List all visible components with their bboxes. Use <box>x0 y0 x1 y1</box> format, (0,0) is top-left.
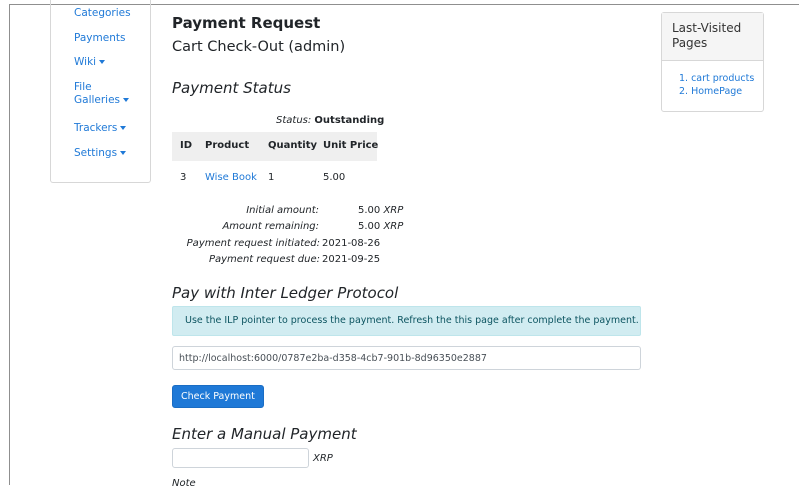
caret-down-icon <box>120 151 127 155</box>
column-header-quantity: Quantity <box>268 140 317 151</box>
sidebar-item-settings-label: Settings <box>74 147 118 159</box>
status-label: Status: <box>276 115 312 126</box>
caret-down-icon <box>99 60 106 64</box>
summary-label: Payment request initiated: <box>186 238 320 249</box>
sidebar-item-categories[interactable]: Categories <box>74 7 131 20</box>
last-visited-item-homepage[interactable]: 2. HomePage <box>679 85 754 98</box>
summary-label: Amount remaining: <box>222 221 319 232</box>
sidebar-item-payments[interactable]: Payments <box>74 32 125 45</box>
page-subtitle: Cart Check-Out (admin) <box>172 39 346 55</box>
payment-status-heading: Payment Status <box>172 79 291 97</box>
ilp-heading: Pay with Inter Ledger Protocol <box>172 284 399 302</box>
sidebar-item-settings[interactable]: Settings <box>74 147 127 160</box>
check-payment-button[interactable]: Check Payment <box>172 385 264 408</box>
column-header-unit-price: Unit Price <box>323 140 379 151</box>
sidebar-item-trackers-label: Trackers <box>74 122 118 134</box>
last-visited-title: Last-Visited Pages <box>662 13 763 61</box>
sidebar-menu: Categories Payments Wiki File Galleries … <box>50 0 151 183</box>
manual-amount-input[interactable] <box>172 448 309 468</box>
product-link[interactable]: Wise Book <box>205 172 257 183</box>
status-line: Status: Outstanding <box>276 115 384 126</box>
sidebar-item-trackers[interactable]: Trackers <box>74 122 127 135</box>
status-badge: Outstanding <box>314 115 385 126</box>
sidebar-item-galleries-label: Galleries <box>74 94 121 106</box>
cell-unit-price: 5.00 <box>323 172 346 183</box>
summary-remaining-value: 5.00 XRP <box>358 221 403 232</box>
cell-id: 3 <box>180 172 187 183</box>
sidebar-item-file-galleries[interactable]: File Galleries <box>74 81 130 107</box>
last-visited-item-cart-products[interactable]: 1. cart products <box>679 72 754 85</box>
cell-quantity: 1 <box>268 172 275 183</box>
caret-down-icon <box>123 98 130 102</box>
manual-payment-heading: Enter a Manual Payment <box>172 425 357 443</box>
caret-down-icon <box>120 126 127 130</box>
summary-amount: 5.00 <box>358 205 381 216</box>
column-header-id: ID <box>180 140 193 151</box>
last-visited-list: 1. cart products 2. HomePage <box>679 72 754 98</box>
sidebar-item-wiki[interactable]: Wiki <box>74 56 106 69</box>
last-visited-pages-panel: Last-Visited Pages 1. cart products 2. H… <box>661 12 764 112</box>
ilp-info-alert: Use the ILP pointer to process the payme… <box>172 306 641 336</box>
amount-currency-label: XRP <box>313 453 333 464</box>
note-label: Note <box>172 478 196 489</box>
summary-due-value: 2021-09-25 <box>322 254 381 265</box>
ilp-pointer-input[interactable] <box>172 346 641 370</box>
items-table-header: ID Product Quantity Unit Price <box>172 132 379 161</box>
summary-currency: XRP <box>383 221 404 232</box>
summary-amount: 5.00 <box>358 221 381 232</box>
summary-currency: XRP <box>383 205 404 216</box>
sidebar-item-file-label: File <box>74 81 92 93</box>
summary-initiated-value: 2021-08-26 <box>322 238 381 249</box>
window-left-border <box>9 4 10 485</box>
column-header-product: Product <box>205 140 250 151</box>
summary-initial-value: 5.00 XRP <box>358 205 403 216</box>
page-title: Payment Request <box>172 14 321 32</box>
summary-label: Initial amount: <box>246 205 319 216</box>
summary-label: Payment request due: <box>208 254 320 265</box>
sidebar-item-wiki-label: Wiki <box>74 56 97 68</box>
